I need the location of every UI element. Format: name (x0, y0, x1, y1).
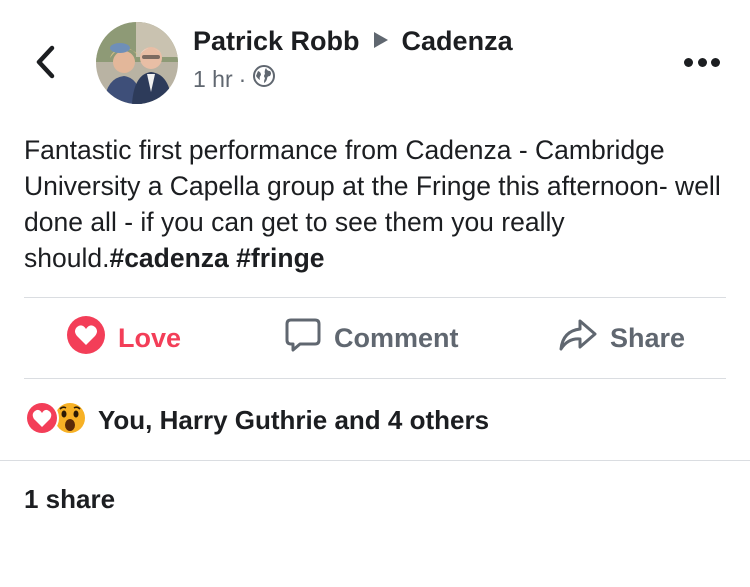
post-timestamp[interactable]: 1 hr (193, 66, 233, 93)
share-icon (558, 317, 598, 360)
more-dot-icon (711, 58, 720, 67)
comment-icon (284, 316, 322, 361)
post-meta: 1 hr · (193, 64, 276, 94)
share-label: Share (610, 322, 686, 353)
reactions-summary[interactable]: You, Harry Guthrie and 4 others (24, 400, 489, 440)
divider (24, 378, 726, 379)
reaction-icons (24, 400, 88, 441)
hashtag[interactable]: #cadenza (109, 243, 228, 273)
share-count[interactable]: 1 share (24, 484, 115, 515)
more-dot-icon (684, 58, 693, 67)
love-reaction-icon (66, 315, 106, 362)
post-header: Patrick Robb Cadenza 1 hr · (0, 0, 750, 120)
meta-separator: · (238, 65, 247, 92)
arrow-right-icon (372, 26, 390, 57)
comment-label: Comment (334, 322, 459, 353)
reactions-label: You, Harry Guthrie and 4 others (98, 404, 490, 435)
avatar-photo (96, 22, 178, 104)
globe-icon (252, 64, 276, 94)
target-group-name[interactable]: Cadenza (402, 26, 513, 57)
love-reaction-icon (24, 400, 60, 441)
action-bar: Love Comment Share (24, 298, 726, 378)
divider (0, 460, 750, 461)
avatar[interactable] (96, 22, 178, 104)
more-options-button[interactable] (684, 58, 720, 72)
post-title: Patrick Robb Cadenza (193, 26, 513, 57)
back-button[interactable] (30, 42, 60, 82)
chevron-left-icon (36, 45, 55, 79)
hashtag[interactable]: #fringe (236, 243, 324, 273)
love-label: Love (118, 322, 182, 353)
comment-button[interactable]: Comment (284, 318, 459, 356)
author-name[interactable]: Patrick Robb (193, 26, 360, 57)
love-button[interactable]: Love (66, 315, 182, 356)
share-button[interactable]: Share (558, 319, 686, 356)
more-dot-icon (697, 58, 707, 67)
post-body: Fantastic first performance from Cadenza… (24, 132, 724, 276)
